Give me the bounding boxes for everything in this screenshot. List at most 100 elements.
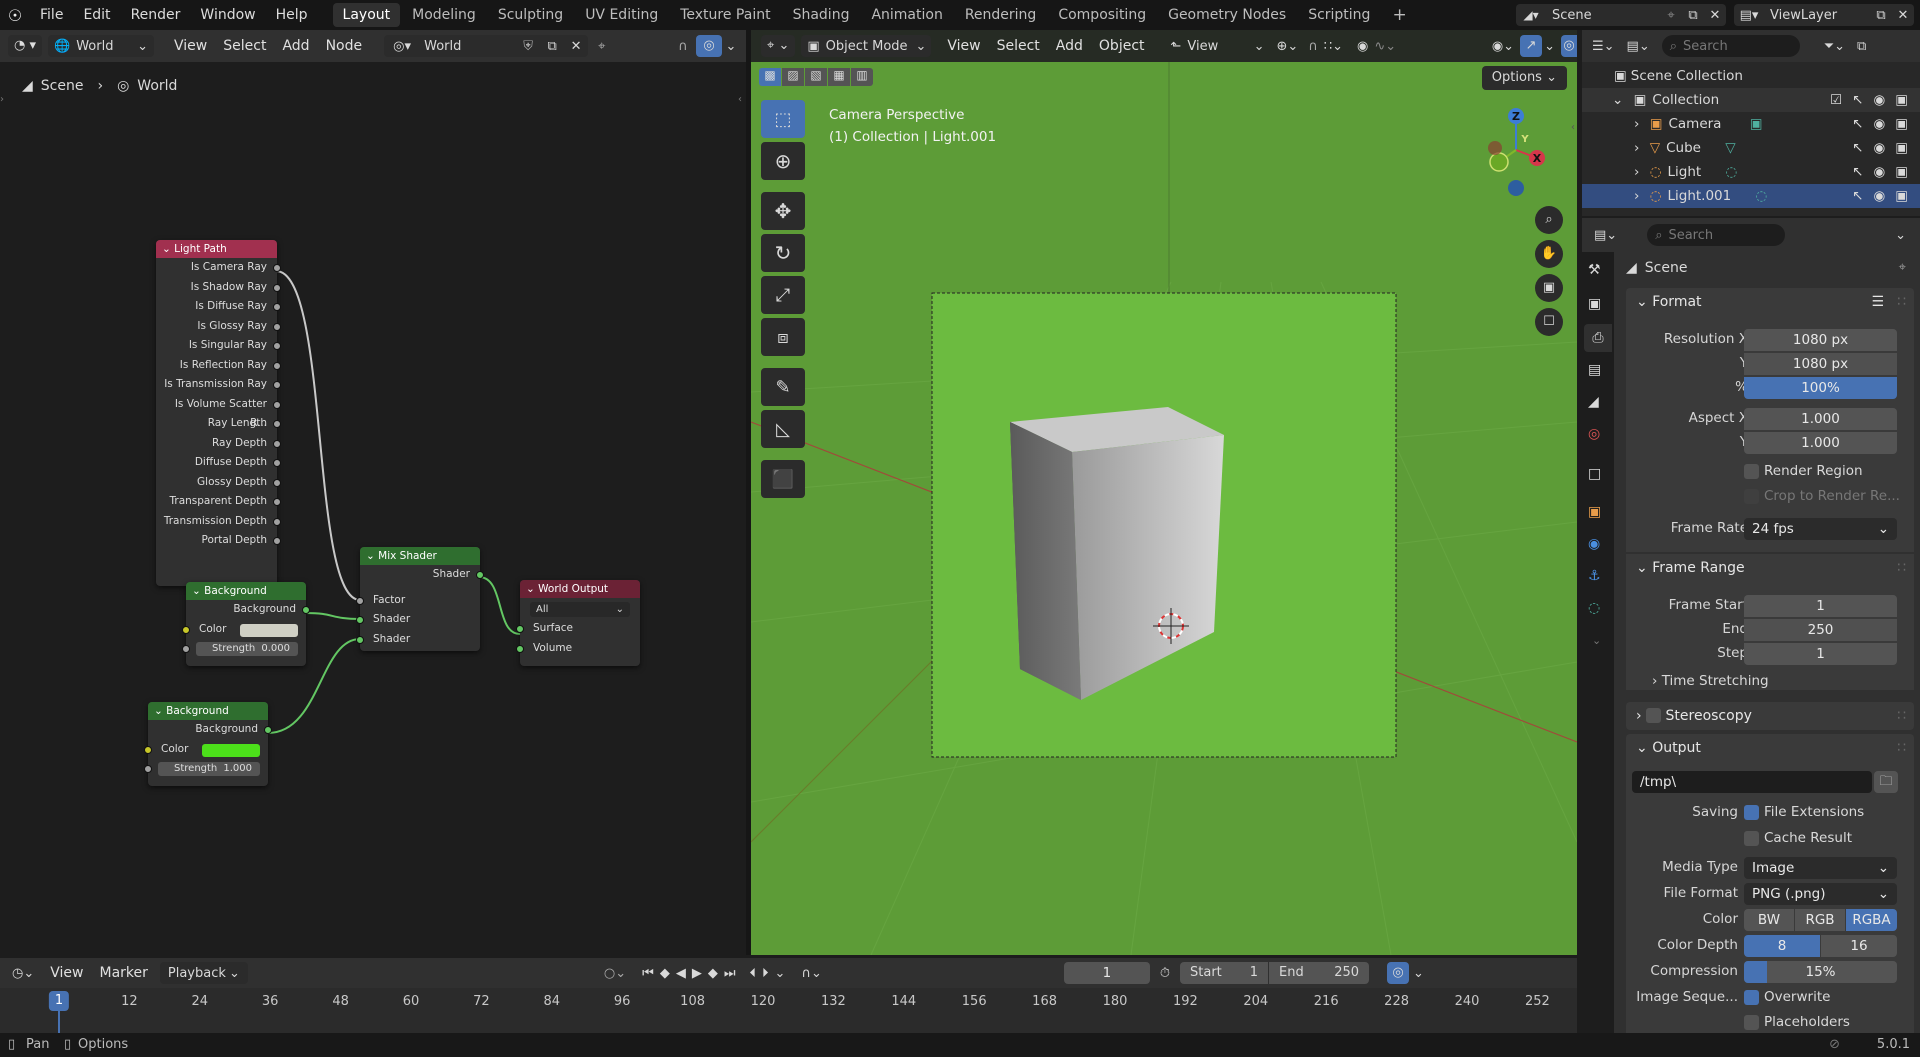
- input-socket-row[interactable]: Surface: [516, 619, 640, 639]
- output-socket-row[interactable]: Background: [148, 720, 272, 740]
- panel-frame-range-header[interactable]: ⌄ Frame Range ∷: [1626, 554, 1914, 582]
- viewlayer-name[interactable]: ViewLayer: [1764, 8, 1870, 23]
- color-input-row[interactable]: Color: [182, 620, 306, 640]
- more-tabs-icon[interactable]: ⌄: [1592, 634, 1601, 647]
- timeline-ruler[interactable]: 1 12 24 36 48 60 72 84 96 108 120 132 144 156 168 180 19…: [0, 988, 1577, 1033]
- output-socket-row[interactable]: Background: [186, 600, 310, 620]
- checkbox-icon[interactable]: ☑: [1830, 88, 1842, 112]
- eye-icon[interactable]: ◉: [1873, 160, 1885, 184]
- menu-select[interactable]: Select: [989, 34, 1048, 58]
- properties-search[interactable]: ⌕ Search: [1647, 224, 1786, 246]
- add-workspace-button[interactable]: +: [1382, 3, 1416, 27]
- world-tab-icon[interactable]: ◎: [1588, 426, 1600, 442]
- socket-dot[interactable]: [516, 625, 524, 633]
- color-input-row[interactable]: Color: [144, 740, 268, 760]
- frame-rate-select[interactable]: 24 fps ⌄: [1744, 518, 1897, 540]
- 3d-viewport[interactable]: ⌖ ⌄ ▣ Object Mode ⌄ View Select Add Obje…: [751, 30, 1577, 955]
- tab-scripting[interactable]: Scripting: [1298, 3, 1380, 27]
- outliner-item-camera[interactable]: › ▣ Camera ▣ ↖ ◉ ▣: [1582, 112, 1920, 136]
- tab-texture-paint[interactable]: Texture Paint: [670, 3, 780, 27]
- outliner-search[interactable]: ⌕ Search: [1661, 35, 1800, 57]
- outliner-collection[interactable]: ⌄ ▣ Collection ☑ ↖ ◉ ▣: [1582, 88, 1920, 112]
- menu-object[interactable]: Object: [1091, 34, 1153, 58]
- stopwatch-icon[interactable]: ⏱: [1160, 966, 1170, 981]
- tab-uv-editing[interactable]: UV Editing: [575, 3, 668, 27]
- tool-tab-icon[interactable]: ⚒: [1588, 262, 1601, 278]
- playhead-line[interactable]: [58, 1010, 60, 1033]
- output-socket-row[interactable]: Is Shadow Ray: [156, 278, 281, 298]
- strength-field[interactable]: Strength 1.000: [158, 762, 260, 776]
- tool-annotate[interactable]: ✎: [761, 368, 805, 406]
- color-swatch[interactable]: [202, 743, 260, 757]
- camera-data-icon[interactable]: ▣: [1750, 116, 1763, 132]
- menu-view[interactable]: View: [939, 34, 988, 58]
- menu-add[interactable]: Add: [1048, 34, 1091, 58]
- menu-edit[interactable]: Edit: [73, 0, 120, 30]
- node-header[interactable]: ⌄ Mix Shader: [360, 547, 480, 565]
- eye-icon[interactable]: ◉: [1873, 136, 1885, 160]
- color-bw-button[interactable]: BW: [1744, 909, 1794, 931]
- editor-type-icon[interactable]: ☰⌄: [1592, 39, 1615, 54]
- blender-logo-icon[interactable]: ☉: [0, 6, 30, 25]
- resolution-y-field[interactable]: 1080 px: [1744, 353, 1897, 375]
- output-tab-icon[interactable]: ⎙: [1584, 324, 1612, 352]
- node-header[interactable]: ⌄ World Output: [520, 580, 640, 598]
- node-background-1[interactable]: ⌄ Background Background Color Strength 0.…: [182, 582, 310, 666]
- pin-icon[interactable]: ⌖: [1899, 260, 1906, 275]
- socket-dot[interactable]: [182, 625, 190, 634]
- node-header[interactable]: ⌄ Background: [148, 702, 268, 720]
- panel-output-header[interactable]: ⌄ Output ∷: [1626, 734, 1914, 762]
- node-light-path[interactable]: ⌄ Light Path Is Camera Ray Is Shadow Ray…: [156, 240, 281, 586]
- strength-input-row[interactable]: Strength 0.000: [182, 639, 306, 659]
- drag-handle-icon[interactable]: ∷: [1897, 554, 1906, 582]
- snap-icon[interactable]: ∩: [1308, 39, 1318, 54]
- socket-dot[interactable]: [273, 264, 281, 272]
- lock-icon[interactable]: ☐: [1535, 308, 1563, 336]
- output-socket-row[interactable]: Diffuse Depth: [156, 453, 281, 473]
- file-format-select[interactable]: PNG (.png) ⌄: [1744, 883, 1897, 905]
- tab-geometry-nodes[interactable]: Geometry Nodes: [1158, 3, 1296, 27]
- output-socket-row[interactable]: Shader: [360, 565, 484, 585]
- play-reverse-icon[interactable]: ◀: [676, 966, 686, 981]
- select-invert-icon[interactable]: ▦: [828, 68, 850, 86]
- node-background-2[interactable]: ⌄ Background Background Color Strength 1.…: [144, 702, 272, 786]
- socket-dot[interactable]: [356, 616, 364, 624]
- outliner-item-cube[interactable]: › ▽ Cube ▽ ↖ ◉ ▣: [1582, 136, 1920, 160]
- socket-dot[interactable]: [273, 342, 281, 350]
- camera-render-icon[interactable]: ▣: [1895, 112, 1908, 136]
- socket-dot[interactable]: [273, 283, 281, 292]
- presets-icon[interactable]: ☰: [1871, 288, 1884, 316]
- eye-icon[interactable]: ◉: [1873, 112, 1885, 136]
- menu-help[interactable]: Help: [266, 0, 318, 30]
- new-viewlayer-icon[interactable]: ⧉: [1870, 8, 1892, 23]
- camera-render-icon[interactable]: ▣: [1895, 136, 1908, 160]
- frame-step-field[interactable]: 1: [1744, 643, 1897, 665]
- tool-add-cube[interactable]: ⬛: [761, 460, 805, 498]
- playhead-frame-label[interactable]: 1: [48, 991, 70, 1011]
- playback-menu[interactable]: Playback ⌄: [159, 962, 248, 984]
- mode-select[interactable]: ▣ Object Mode ⌄: [801, 35, 932, 57]
- outliner-scene-collection[interactable]: ▣ Scene Collection: [1582, 64, 1920, 88]
- file-extensions-checkbox[interactable]: [1744, 805, 1759, 820]
- socket-dot[interactable]: [302, 606, 310, 614]
- select-arrow-icon[interactable]: ↖: [1852, 184, 1863, 208]
- menu-view[interactable]: View: [42, 961, 91, 985]
- next-frame-icon[interactable]: ⏵: [762, 966, 769, 981]
- output-socket-row[interactable]: Is Volume Scatter R...: [156, 395, 281, 429]
- color-rgb-button[interactable]: RGB: [1795, 909, 1845, 931]
- collection-tab-icon[interactable]: □: [1588, 466, 1601, 482]
- properties-editor[interactable]: ▤⌄ ⌕ Search ⌄ ⚒ ▣ ⎙ ▤ ◢ ◎ □ ▣ ◉ ⚓ ◌ ⌄ ◢ …: [1582, 218, 1920, 1033]
- chevron-down-icon[interactable]: ⌄: [1895, 228, 1906, 243]
- render-region-checkbox[interactable]: [1744, 464, 1759, 479]
- input-socket-row[interactable]: Shader: [356, 630, 480, 650]
- camera-render-icon[interactable]: ▣: [1895, 160, 1908, 184]
- orientation-select[interactable]: ⬑ View ⌄: [1171, 35, 1265, 57]
- socket-dot[interactable]: [273, 303, 281, 311]
- tool-move[interactable]: ✥: [761, 192, 805, 230]
- data-tab-icon[interactable]: ◌: [1588, 600, 1600, 616]
- chevron-right-icon[interactable]: ›: [1634, 140, 1639, 156]
- frame-end-field[interactable]: 250: [1744, 619, 1897, 641]
- node-mix-shader[interactable]: ⌄ Mix Shader Shader Factor Shader Shader: [356, 547, 484, 651]
- auto-keying-icon[interactable]: ∩⌄: [801, 966, 821, 981]
- placeholders-checkbox[interactable]: [1744, 1015, 1759, 1030]
